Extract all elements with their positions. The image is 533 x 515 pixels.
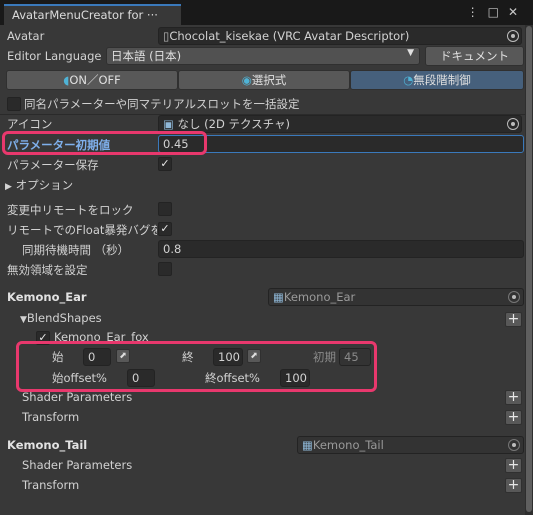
close-icon[interactable]: ✕ <box>508 5 527 19</box>
remote-lock-checkbox[interactable] <box>158 202 172 216</box>
dropdown-arrow-icon: ▼ <box>407 48 414 58</box>
invalid-region-label: 無効領域を設定 <box>7 263 88 277</box>
foldout-arrow-icon: ▶ <box>5 182 12 192</box>
options-foldout[interactable]: ▶ オプション <box>5 177 73 193</box>
documentation-button[interactable]: ドキュメント <box>425 46 524 66</box>
sync-wait-label: 同期待機時間 （秒） <box>22 243 130 257</box>
remote-lock-label: 変更中リモートをロック <box>7 203 134 217</box>
tail-section-title: Kemono_Tail <box>7 438 88 452</box>
foldout-open-icon: ▼ <box>20 315 27 325</box>
scrollbar-thumb[interactable] <box>526 26 532 512</box>
bulk-option-checkbox[interactable] <box>7 97 21 111</box>
bulk-option-label: 同名パラメーターや同マテリアルスロットを一括設定 <box>24 97 300 111</box>
tab-radial-label: 無段階制御 <box>413 73 471 87</box>
ear-shader-params-label: Shader Parameters <box>22 390 133 404</box>
tail-transform-label: Transform <box>22 478 80 492</box>
mesh-icon: ▦ <box>302 438 313 452</box>
add-tail-shader-param-button[interactable]: + <box>505 458 522 473</box>
tail-shader-params-label: Shader Parameters <box>22 458 133 472</box>
param-default-input[interactable]: 0.45 <box>158 135 524 153</box>
icon-value: なし (2D テクスチャ) <box>177 117 291 131</box>
tab-on-off[interactable]: ◖ON／OFF <box>6 70 178 90</box>
tail-object-field[interactable]: ▦Kemono_Tail <box>297 436 524 454</box>
icon-picker-icon[interactable] <box>507 118 519 130</box>
param-save-label: パラメーター保存 <box>7 158 99 172</box>
choice-icon: ◉ <box>241 73 252 87</box>
icon-object-field[interactable]: ▣ なし (2D テクスチャ) <box>158 115 522 133</box>
blendshapes-foldout[interactable]: ▼BlendShapes <box>20 311 102 325</box>
avatar-label: Avatar <box>7 29 45 43</box>
ear-object-value: Kemono_Ear <box>283 290 356 304</box>
tab-choice-label: 選択式 <box>251 73 287 87</box>
float-bug-checkbox[interactable]: ✓ <box>158 222 172 236</box>
sync-wait-input[interactable]: 0.8 <box>158 240 524 258</box>
add-blendshape-button[interactable]: + <box>505 312 522 327</box>
options-label: オプション <box>15 178 74 192</box>
ear-picker-icon[interactable] <box>508 291 520 303</box>
invalid-region-checkbox[interactable] <box>158 262 172 276</box>
editor-language-value: 日本語 (日本) <box>111 49 182 63</box>
texture-icon: ▣ <box>163 117 174 131</box>
editor-language-label: Editor Language <box>7 49 102 63</box>
ear-transform-label: Transform <box>22 410 80 424</box>
highlight-param-default <box>2 131 207 155</box>
editor-language-dropdown[interactable]: 日本語 (日本) ▼ <box>106 47 420 65</box>
tab-choice[interactable]: ◉選択式 <box>178 70 350 90</box>
window-tab-bar: AvatarMenuCreator for ··· ⋮□✕ <box>0 0 533 25</box>
mesh-icon: ▦ <box>273 290 284 304</box>
ear-section-title: Kemono_Ear <box>7 290 87 304</box>
ear-object-field[interactable]: ▦Kemono_Ear <box>268 288 524 306</box>
tab-on-off-label: ON／OFF <box>69 73 121 87</box>
tail-picker-icon[interactable] <box>508 439 520 451</box>
param-save-checkbox[interactable]: ✓ <box>158 157 172 171</box>
menu-dots-icon[interactable]: ⋮ <box>467 5 488 19</box>
add-ear-shader-param-button[interactable]: + <box>505 390 522 405</box>
tail-object-value: Kemono_Tail <box>312 438 384 452</box>
avatar-value: Chocolat_kisekae (VRC Avatar Descriptor) <box>169 29 410 43</box>
object-picker-icon[interactable] <box>507 30 519 42</box>
float-bug-label: リモートでのFloat暴発バグを防ぐ <box>7 223 157 237</box>
radial-icon: ◔ <box>403 73 414 87</box>
icon-label: アイコン <box>7 117 53 131</box>
window-controls: ⋮□✕ <box>467 5 527 19</box>
avatar-object-field[interactable]: ▯Chocolat_kisekae (VRC Avatar Descriptor… <box>158 27 522 45</box>
tab-radial[interactable]: ◔無段階制御 <box>350 70 524 90</box>
maximize-icon[interactable]: □ <box>488 5 508 19</box>
highlight-blend-params <box>16 341 377 392</box>
window-tab[interactable]: AvatarMenuCreator for ··· <box>4 4 181 25</box>
add-ear-transform-button[interactable]: + <box>505 410 522 425</box>
blendshapes-label: BlendShapes <box>26 311 102 325</box>
add-tail-transform-button[interactable]: + <box>505 478 522 493</box>
